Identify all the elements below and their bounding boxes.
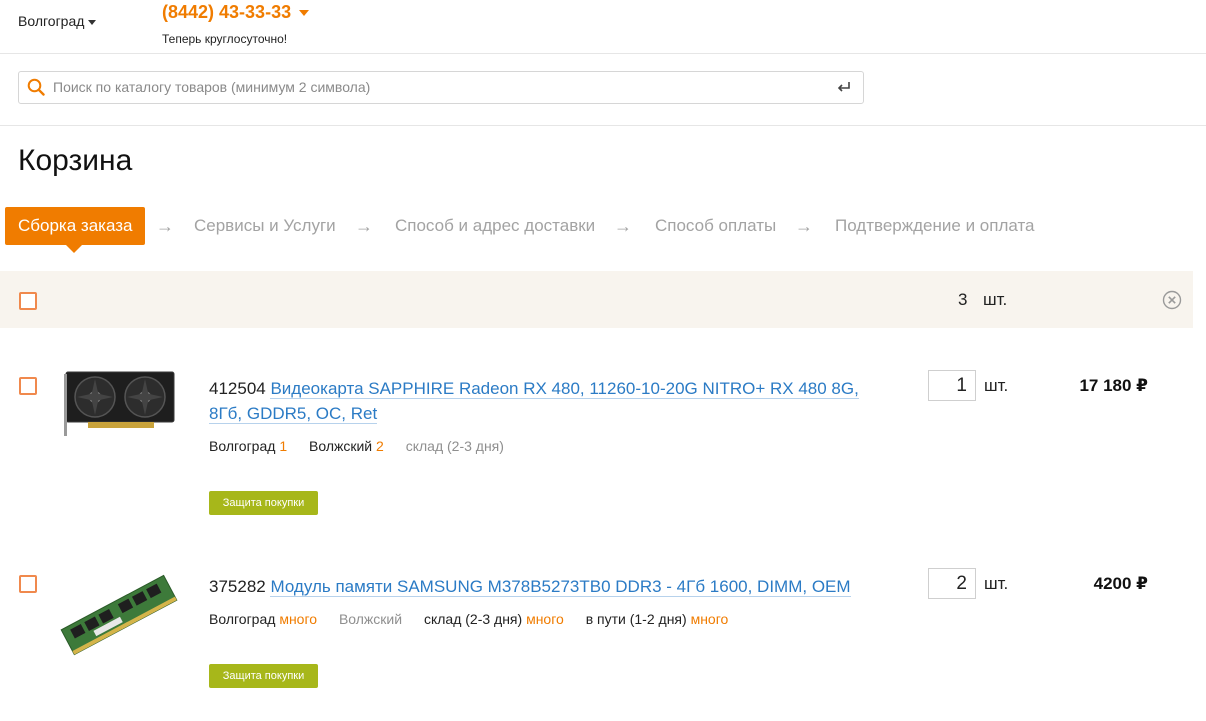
- stock-value: 2: [376, 438, 384, 454]
- item-name-link[interactable]: Модуль памяти SAMSUNG M378B5273TB0 DDR3 …: [270, 577, 851, 597]
- stock-value: много: [279, 611, 318, 627]
- top-bar: Волгоград (8442) 43-33-33 Теперь круглос…: [0, 0, 1206, 54]
- stock-label: в пути (1-2 дня): [585, 611, 687, 627]
- stock-warehouse: склад (2-3 дня) много: [424, 611, 564, 627]
- item-checkbox[interactable]: [19, 377, 37, 395]
- item-price: 4200 ₽: [1093, 574, 1148, 593]
- stock-availability: Волгоград 1 Волжский 2 склад (2-3 дня): [209, 438, 522, 454]
- checkout-steps: Сборка заказа → Сервисы и Услуги → Спосо…: [5, 207, 1205, 253]
- item-title: 375282 Модуль памяти SAMSUNG M378B5273TB…: [209, 574, 889, 599]
- item-name-link[interactable]: Видеокарта SAPPHIRE Radeon RX 480, 11260…: [209, 379, 859, 424]
- stock-label: Волжский: [309, 438, 373, 454]
- quantity-input[interactable]: [928, 370, 976, 401]
- stock-transit: в пути (1-2 дня) много: [586, 611, 729, 627]
- stock-value: много: [526, 611, 564, 627]
- memory-module-image[interactable]: [60, 568, 178, 664]
- stock-availability: Волгоград много Волжский склад (2-3 дня)…: [209, 611, 746, 627]
- stock-volgograd: Волгоград 1: [209, 438, 287, 454]
- chevron-down-icon: [88, 19, 97, 25]
- step-confirmation[interactable]: Подтверждение и оплата: [835, 207, 1035, 245]
- graphics-card-image[interactable]: [60, 370, 178, 436]
- city-label: Волгоград: [18, 13, 85, 29]
- item-code: 412504: [209, 379, 266, 398]
- search-row: [0, 54, 1206, 126]
- purchase-protection-button[interactable]: Защита покупки: [209, 664, 318, 688]
- arrow-right-icon: →: [156, 216, 174, 236]
- step-payment-method[interactable]: Способ оплаты: [655, 207, 776, 245]
- phone-number[interactable]: (8442) 43-33-33: [162, 2, 310, 23]
- arrow-right-icon: →: [614, 216, 632, 236]
- stock-volgograd: Волгоград много: [209, 611, 317, 627]
- item-title: 412504 Видеокарта SAPPHIRE Radeon RX 480…: [209, 376, 889, 426]
- enter-icon[interactable]: [835, 78, 853, 96]
- search-input[interactable]: [53, 72, 823, 102]
- chevron-down-icon: [299, 10, 310, 17]
- stock-label: Волгоград: [209, 611, 276, 627]
- phone-label: (8442) 43-33-33: [162, 2, 292, 22]
- clear-cart-icon[interactable]: [1162, 290, 1182, 310]
- cart-summary-bar: 3 шт.: [0, 271, 1193, 328]
- search-icon: [27, 78, 45, 96]
- quantity-unit: шт.: [984, 574, 1009, 593]
- step-delivery[interactable]: Способ и адрес доставки: [395, 207, 595, 245]
- stock-volzhsky: Волжский: [338, 611, 403, 627]
- page-title: Корзина: [18, 144, 133, 177]
- arrow-right-icon: →: [355, 216, 373, 236]
- stock-label: Волгоград: [209, 438, 276, 454]
- item-price: 17 180 ₽: [1079, 376, 1148, 395]
- stock-label: склад (2-3 дня): [423, 611, 523, 627]
- total-count-unit: шт.: [983, 290, 1008, 309]
- quantity-input[interactable]: [928, 568, 976, 599]
- stock-volzhsky: Волжский 2: [309, 438, 384, 454]
- step-services[interactable]: Сервисы и Услуги: [194, 207, 336, 245]
- item-checkbox[interactable]: [19, 575, 37, 593]
- stock-warehouse: склад (2-3 дня): [405, 438, 504, 454]
- stock-value: 1: [279, 438, 288, 454]
- arrow-right-icon: →: [795, 216, 813, 236]
- city-selector[interactable]: Волгоград: [18, 13, 97, 29]
- step-order-assembly[interactable]: Сборка заказа: [5, 207, 146, 253]
- purchase-protection-button[interactable]: Защита покупки: [209, 491, 318, 515]
- select-all-checkbox[interactable]: [19, 292, 37, 310]
- total-count: 3: [958, 290, 968, 309]
- phone-note: Теперь круглосуточно!: [162, 32, 288, 46]
- item-code: 375282: [209, 577, 266, 596]
- quantity-unit: шт.: [984, 376, 1009, 395]
- stock-value: много: [690, 611, 729, 627]
- search-box: [18, 71, 864, 104]
